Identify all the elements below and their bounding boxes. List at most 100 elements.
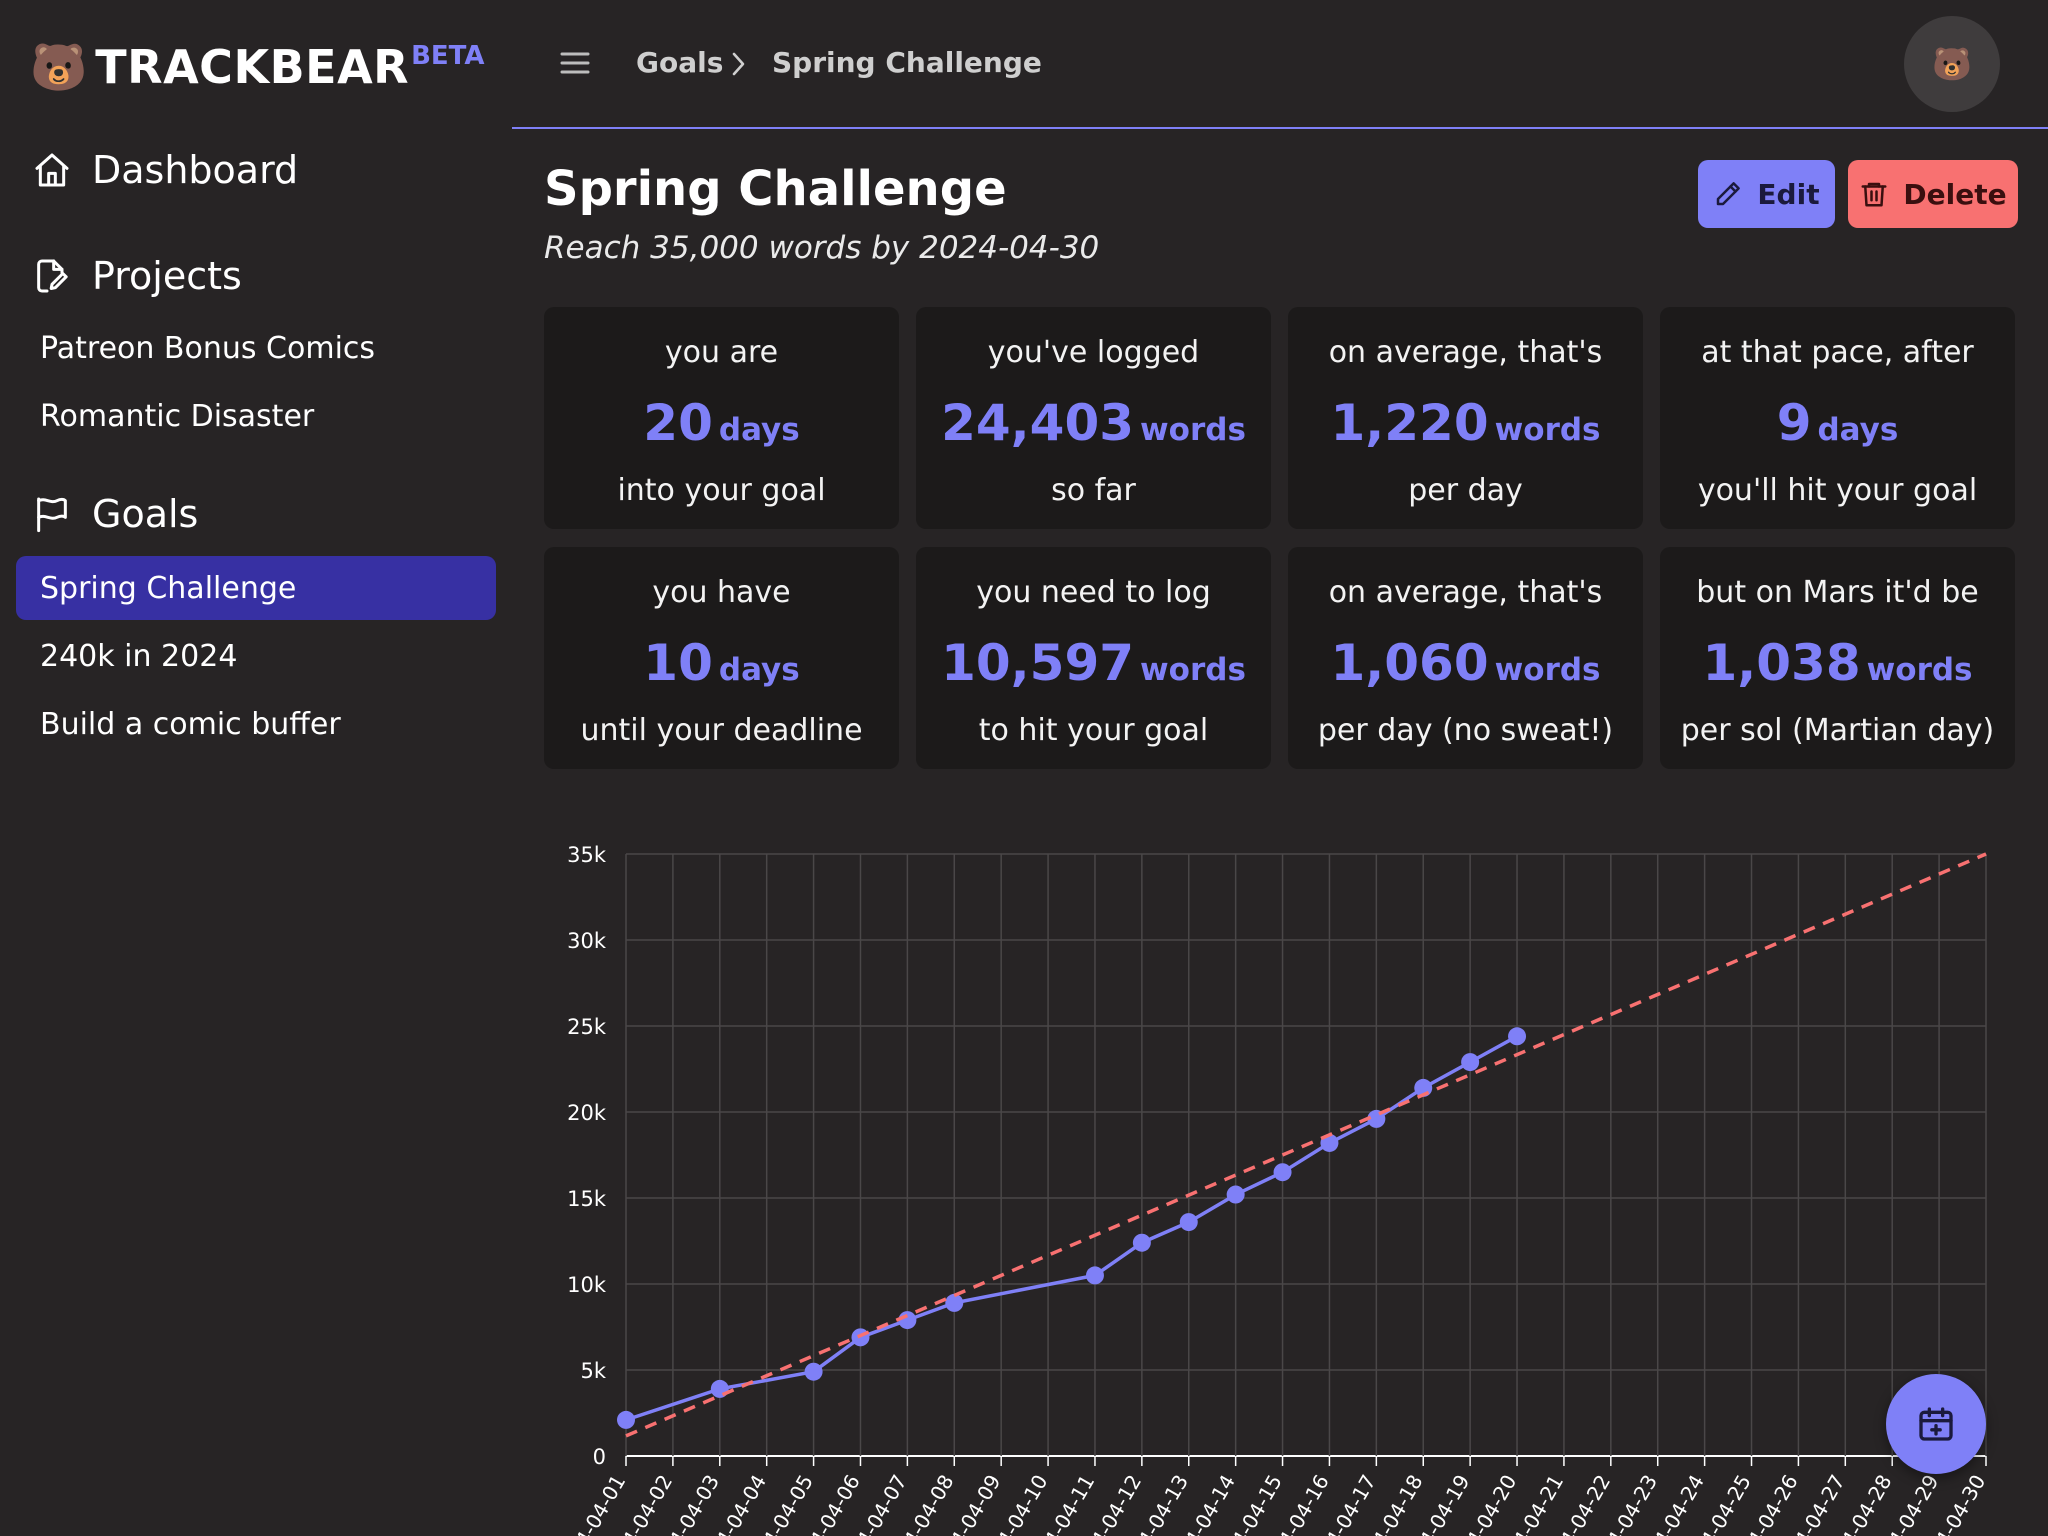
stat-tail: per sol (Martian day)	[1680, 713, 1995, 748]
stat-value-line: 10 days	[544, 631, 899, 707]
sidebar-item-patreon-bonus-comics[interactable]: Patreon Bonus Comics	[16, 316, 496, 380]
stat-tail: per day	[1408, 473, 1523, 508]
y-tick-label: 10k	[567, 1273, 607, 1297]
progress-point	[1273, 1163, 1292, 1182]
y-tick-label: 0	[593, 1445, 606, 1469]
progress-chart-svg: 05k10k15k20k25k30k35k2024-04-012024-04-0…	[551, 843, 1990, 1536]
y-tick-label: 30k	[567, 929, 607, 953]
progress-line	[625, 1034, 1518, 1422]
log-progress-button[interactable]	[1886, 1374, 1986, 1474]
progress-point	[1085, 1266, 1104, 1285]
stat-unit: words	[1140, 412, 1246, 448]
beta-badge: BETA	[411, 41, 485, 71]
edit-button[interactable]: Edit	[1698, 160, 1835, 228]
y-tick-label: 15k	[567, 1187, 607, 1211]
stat-card-days-into-goal: you are 20 days into your goal	[544, 307, 899, 529]
breadcrumb-current: Spring Challenge	[772, 46, 1042, 79]
stat-unit: days	[1817, 412, 1899, 448]
stat-tail: so far	[1051, 473, 1136, 508]
stat-unit: words	[1140, 652, 1246, 688]
sidebar: 🐻 TRACKBEAR BETA Dashboard Projects Patr…	[0, 0, 512, 1536]
progress-point	[1508, 1027, 1527, 1046]
stat-lead: on average, that's	[1328, 335, 1603, 370]
y-tick-label: 35k	[567, 843, 607, 867]
chevron-right-icon	[732, 52, 745, 76]
brand-name: TRACKBEAR	[95, 40, 410, 94]
sidebar-item-romantic-disaster[interactable]: Romantic Disaster	[16, 384, 496, 448]
delete-button[interactable]: Delete	[1848, 160, 2018, 228]
progress-point	[1132, 1233, 1151, 1252]
stat-value: 10	[643, 634, 713, 692]
delete-button-label: Delete	[1903, 177, 2007, 211]
sidebar-item-dashboard[interactable]: Dashboard	[32, 146, 298, 194]
stat-card-per-sol: but on Mars it'd be 1,038 words per sol (…	[1660, 547, 2015, 769]
sidebar-item-label: Projects	[92, 254, 242, 298]
hamburger-menu-icon[interactable]	[560, 50, 590, 76]
stat-card-required-per-day: on average, that's 1,060 words per day (n…	[1288, 547, 1643, 769]
flag-icon	[37, 497, 67, 533]
page-title: Spring Challenge	[544, 161, 1007, 217]
stat-card-days-to-goal: at that pace, after 9 days you'll hit you…	[1660, 307, 2015, 529]
stat-unit: words	[1494, 412, 1601, 448]
progress-point	[617, 1410, 635, 1429]
stat-tail: to hit your goal	[978, 713, 1209, 748]
edit-button-label: Edit	[1757, 177, 1820, 211]
stat-value-line: 10,597 words	[916, 631, 1271, 707]
app-root: 🐻 TRACKBEAR BETA Dashboard Projects Patr…	[0, 0, 2048, 1536]
stat-value-line: 1,060 words	[1288, 631, 1643, 707]
user-avatar[interactable]: 🐻	[1904, 16, 2000, 112]
progress-point	[1461, 1053, 1480, 1072]
stat-lead: you have	[652, 575, 791, 610]
progress-point	[945, 1293, 964, 1312]
stat-card-words-logged: you've logged 24,403 words so far	[916, 307, 1271, 529]
progress-point	[898, 1311, 917, 1330]
bear-logo-icon: 🐻	[30, 40, 88, 94]
x-tick-label: 2024-04-01	[551, 1471, 630, 1536]
stat-lead: you've logged	[987, 335, 1200, 370]
progress-chart: 0 5k 10k 15k 20k 25k 30k 35k 2024-04-01 2024-04-0…	[540, 820, 2020, 1536]
stat-value: 24,403	[941, 394, 1135, 452]
progress-point	[1226, 1185, 1245, 1204]
stat-value-line: 20 days	[544, 391, 899, 467]
stat-value: 9	[1776, 394, 1812, 452]
stat-value: 10,597	[941, 634, 1135, 692]
stat-card-days-until-deadline: you have 10 days until your deadline	[544, 547, 899, 769]
calendar-add-icon	[1919, 1407, 1953, 1441]
brand-logo[interactable]: 🐻 TRACKBEAR BETA	[30, 38, 485, 96]
stat-lead: but on Mars it'd be	[1696, 575, 1979, 610]
stat-value-line: 9 days	[1660, 391, 2015, 467]
stat-value: 1,220	[1330, 394, 1489, 452]
stat-tail: until your deadline	[580, 713, 863, 748]
y-tick-label: 5k	[580, 1359, 606, 1383]
stat-unit: words	[1866, 652, 1973, 688]
stat-value: 1,060	[1330, 634, 1489, 692]
stat-card-average-per-day: on average, that's 1,220 words per day	[1288, 307, 1643, 529]
stat-value: 20	[643, 394, 713, 452]
sidebar-section-projects[interactable]: Projects	[32, 252, 242, 300]
breadcrumb-goals-link[interactable]: Goals	[636, 44, 723, 82]
stat-tail: into your goal	[617, 473, 826, 508]
pencil-icon	[1717, 182, 1741, 206]
stat-unit: days	[718, 412, 800, 448]
trash-icon	[1861, 182, 1887, 207]
progress-point	[804, 1362, 823, 1381]
stat-tail: you'll hit your goal	[1697, 473, 1978, 508]
sidebar-item-build-a-comic-buffer[interactable]: Build a comic buffer	[16, 692, 496, 756]
top-bar: Goals Spring Challenge 🐻	[512, 0, 2048, 129]
progress-point	[1179, 1213, 1198, 1232]
sidebar-item-label: Goals	[92, 492, 199, 536]
edit-document-icon	[37, 259, 68, 293]
sidebar-section-goals[interactable]: Goals	[32, 490, 198, 538]
home-icon	[35, 153, 69, 187]
sidebar-item-label: Dashboard	[92, 148, 299, 192]
target-pace-line	[625, 852, 1987, 1438]
stat-value-line: 1,038 words	[1660, 631, 2015, 707]
y-tick-label: 25k	[567, 1015, 607, 1039]
stat-value: 1,038	[1702, 634, 1861, 692]
sidebar-item-spring-challenge[interactable]: Spring Challenge	[16, 556, 496, 620]
sidebar-item-240k-in-2024[interactable]: 240k in 2024	[16, 624, 496, 688]
stat-tail: per day (no sweat!)	[1317, 713, 1614, 748]
stat-unit: words	[1494, 652, 1601, 688]
stat-lead: you need to log	[976, 575, 1211, 610]
progress-point	[710, 1379, 729, 1398]
